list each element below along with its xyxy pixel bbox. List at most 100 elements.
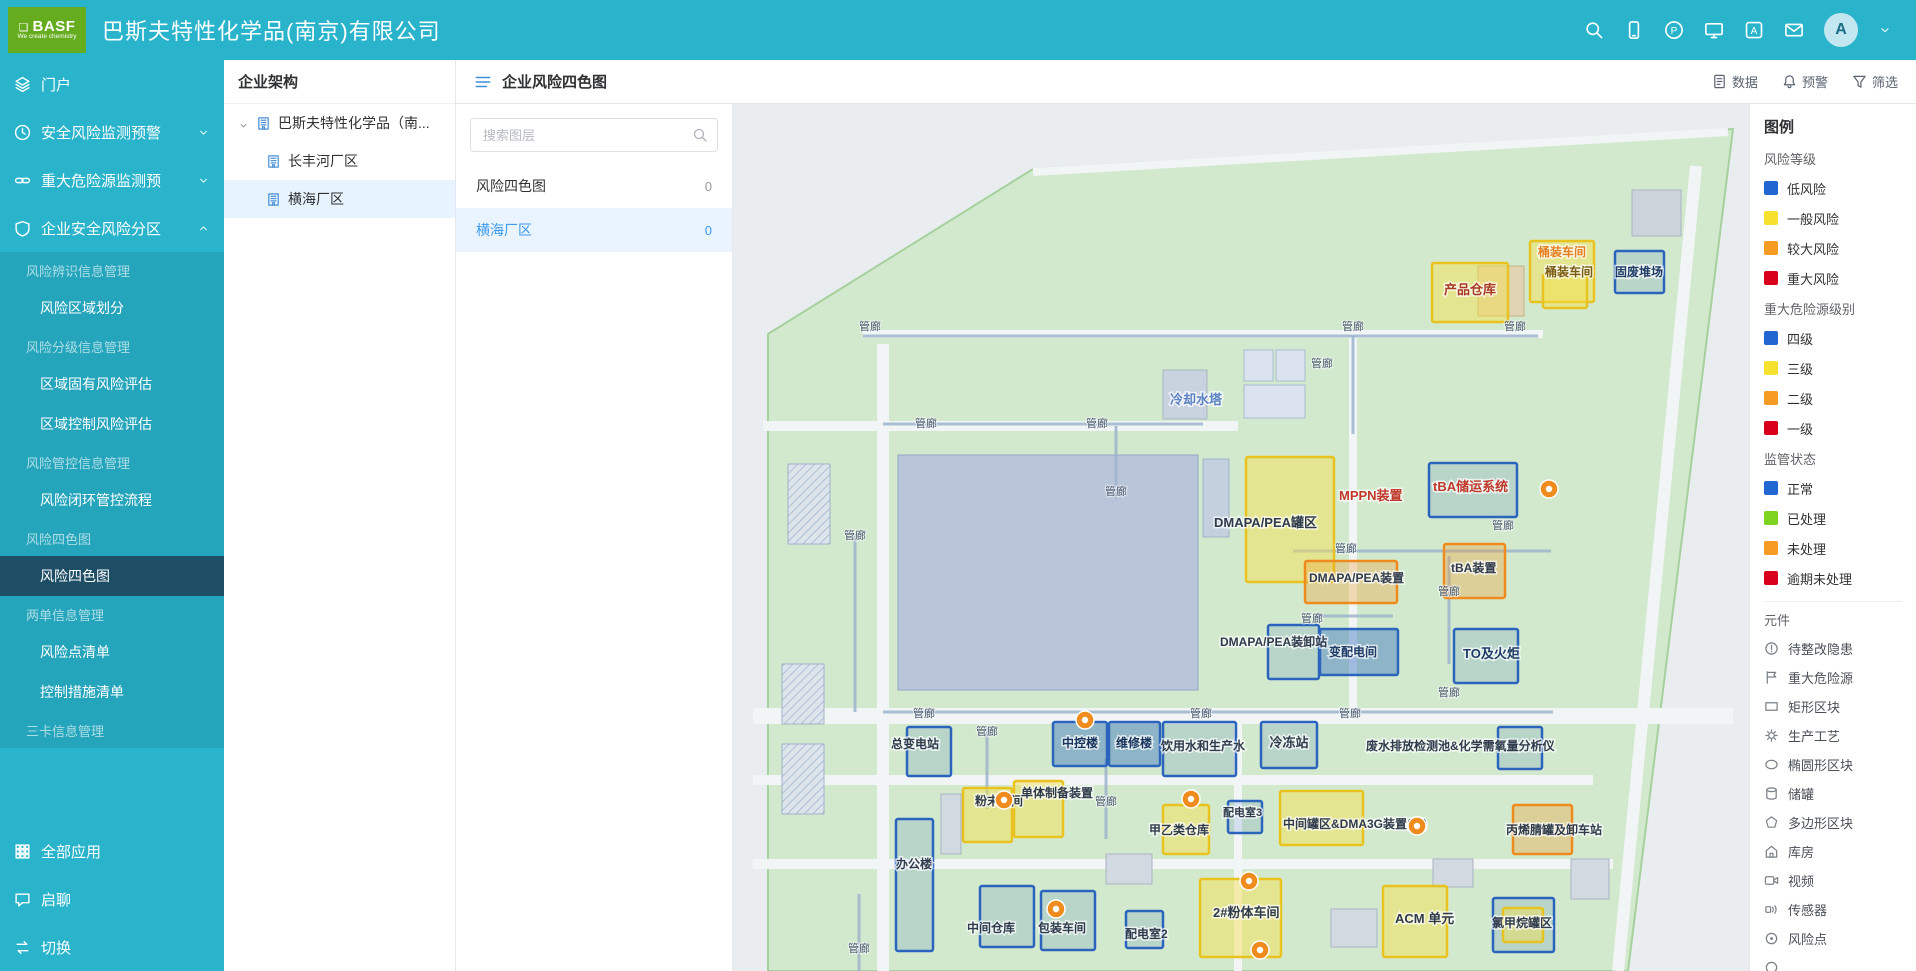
sidebar-item-label: 全部应用 xyxy=(41,841,101,862)
mail-icon[interactable] xyxy=(1784,20,1804,40)
basf-logo: BASF We create chemistry xyxy=(8,7,86,53)
map-label: 维修楼 xyxy=(1116,735,1152,750)
monitor-icon[interactable] xyxy=(1704,20,1724,40)
hazard-marker[interactable] xyxy=(1047,900,1065,918)
map-zone[interactable] xyxy=(896,819,933,951)
corridor-label: 管廊 xyxy=(913,706,935,720)
tree-caret-icon[interactable] xyxy=(238,118,249,129)
tree-node[interactable]: 巴斯夫特性化学品（南... xyxy=(224,104,455,142)
sidebar-item-active[interactable]: 风险四色图 xyxy=(0,556,224,596)
sidebar-item[interactable]: 控制措施清单 xyxy=(0,672,224,712)
color-swatch xyxy=(1764,241,1778,255)
color-swatch xyxy=(1764,511,1778,525)
mobile-icon[interactable] xyxy=(1624,20,1644,40)
hazard-marker[interactable] xyxy=(1540,480,1558,498)
hatched-lot xyxy=(782,664,824,724)
corridor-label: 管廊 xyxy=(1095,794,1117,808)
sidebar-group-title: 两单信息管理 xyxy=(0,596,224,632)
map-zone[interactable] xyxy=(907,727,951,776)
corridor-label: 管廊 xyxy=(848,941,870,955)
corridor-label: 管廊 xyxy=(1190,706,1212,720)
sidebar-item[interactable]: 风险闭环管控流程 xyxy=(0,480,224,520)
hazard-marker[interactable] xyxy=(1240,872,1258,890)
sidebar-item[interactable]: 重大危险源监测预 xyxy=(0,156,224,204)
sidebar-item[interactable]: 全部应用 xyxy=(0,827,224,875)
map-label: 中控楼 xyxy=(1062,735,1098,750)
tree-node-active[interactable]: 横海厂区 xyxy=(224,180,455,218)
search-icon xyxy=(692,127,708,143)
corridor-label: 管廊 xyxy=(844,528,866,542)
risk-map-canvas[interactable]: 管廊管廊管廊管廊管廊管廊管廊管廊管廊管廊管廊管廊管廊管廊管廊管廊管廊管廊管廊产品… xyxy=(733,104,1749,971)
building-icon xyxy=(256,116,271,131)
hazard-marker[interactable] xyxy=(995,791,1013,809)
app-title: 巴斯夫特性化学品(南京)有限公司 xyxy=(102,14,441,46)
legend-element-item: 风险点 xyxy=(1764,924,1916,953)
legend-panel: 图例风险等级低风险一般风险较大风险重大风险重大危险源级别四级三级二级一级监管状态… xyxy=(1749,104,1916,971)
basf-logo-tagline: We create chemistry xyxy=(17,34,76,41)
tree-node[interactable]: 长丰河厂区 xyxy=(224,142,455,180)
sidebar-submenu: 风险辨识信息管理风险区域划分风险分级信息管理区域固有风险评估区域控制风险评估风险… xyxy=(0,252,224,748)
process-icon xyxy=(1764,728,1779,743)
layer-row[interactable]: 风险四色图0 xyxy=(456,164,732,208)
corridor-label: 管廊 xyxy=(976,724,998,738)
legend-element-item: 多边形区块 xyxy=(1764,808,1916,837)
sensor-icon xyxy=(1764,902,1779,917)
map-label: 单体制备装置 xyxy=(1021,785,1093,800)
basf-logo-text: BASF xyxy=(19,19,76,35)
flag-icon xyxy=(1764,670,1779,685)
main-panel: 企业风险四色图 数据预警筛选 风险四色图0横海厂区0 管廊管廊管廊管廊管廊管廊管… xyxy=(456,60,1916,971)
map-label: 桶装车间 xyxy=(1545,264,1593,279)
building xyxy=(1244,385,1305,418)
alert-button[interactable]: 预警 xyxy=(1782,72,1828,91)
sidebar-item[interactable]: 风险点清单 xyxy=(0,632,224,672)
sidebar-group-title: 风险管控信息管理 xyxy=(0,444,224,480)
filter-button[interactable]: 筛选 xyxy=(1852,72,1898,91)
hazard-marker[interactable] xyxy=(1182,790,1200,808)
sidebar-item[interactable]: 区域固有风险评估 xyxy=(0,364,224,404)
sidebar-item[interactable]: 门户 xyxy=(0,60,224,108)
legend-element-item: 储罐 xyxy=(1764,779,1916,808)
profile-p-icon[interactable]: P xyxy=(1664,20,1684,40)
avatar-caret-icon[interactable] xyxy=(1878,23,1892,37)
app-root: BASF We create chemistry 巴斯夫特性化学品(南京)有限公… xyxy=(0,0,1916,971)
corridor-label: 管廊 xyxy=(915,416,937,430)
sidebar-item[interactable]: 安全风险监测预警 xyxy=(0,108,224,156)
map-zone[interactable] xyxy=(1268,625,1319,679)
sidebar-item-label: 切换 xyxy=(41,937,71,958)
map-label: 甲乙类仓库 xyxy=(1149,822,1209,837)
sidebar-item[interactable]: 启聊 xyxy=(0,875,224,923)
building xyxy=(1571,859,1609,899)
legend-element-item: 传感器 xyxy=(1764,895,1916,924)
hazard-marker[interactable] xyxy=(1076,711,1094,729)
corridor-label: 管廊 xyxy=(1504,319,1526,333)
sidebar-item[interactable]: 区域控制风险评估 xyxy=(0,404,224,444)
menu-icon[interactable] xyxy=(474,73,492,91)
layer-row[interactable]: 横海厂区0 xyxy=(456,208,732,252)
portal-icon xyxy=(14,76,31,93)
ellipse-icon xyxy=(1764,757,1779,772)
legend-element-item xyxy=(1764,953,1916,971)
chat-icon xyxy=(14,891,31,908)
sidebar-item[interactable]: 风险区域划分 xyxy=(0,288,224,328)
map-label: TO及火炬 xyxy=(1463,646,1520,661)
circle-icon xyxy=(1764,960,1779,971)
tree-node-label: 长丰河厂区 xyxy=(288,151,358,171)
map-label: DMAPA/PEA装卸站 xyxy=(1220,634,1327,649)
layer-search-input[interactable] xyxy=(470,118,718,152)
sidebar-item[interactable]: 切换 xyxy=(0,923,224,971)
map-label: 氯甲烷罐区 xyxy=(1492,915,1552,930)
map-label: 办公楼 xyxy=(896,856,932,871)
color-swatch xyxy=(1764,571,1778,585)
building xyxy=(1244,350,1273,381)
map-zone[interactable] xyxy=(1543,274,1587,308)
data-button[interactable]: 数据 xyxy=(1712,72,1758,91)
hazard-marker[interactable] xyxy=(1408,817,1426,835)
translate-icon[interactable]: A xyxy=(1744,20,1764,40)
map-zone[interactable] xyxy=(980,886,1034,947)
map-label: 固废堆场 xyxy=(1615,264,1663,279)
hazard-marker[interactable] xyxy=(1251,941,1269,959)
sidebar-item[interactable]: 企业安全风险分区 xyxy=(0,204,224,252)
legend-section-title: 风险等级 xyxy=(1764,143,1916,173)
search-icon[interactable] xyxy=(1584,20,1604,40)
user-avatar[interactable]: A xyxy=(1824,13,1858,47)
